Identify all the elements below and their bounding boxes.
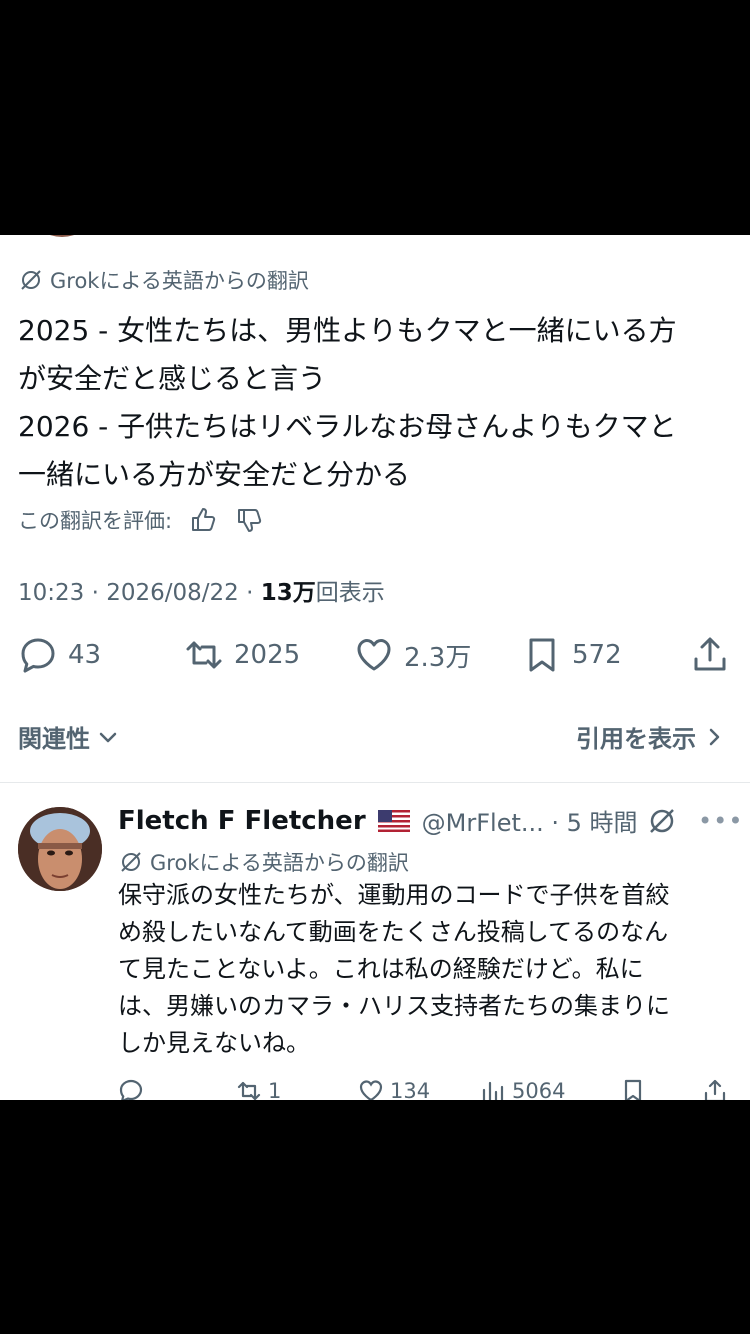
- bookmark-count: 572: [572, 640, 622, 670]
- tweet-line: が安全だと感じると言う: [18, 362, 327, 395]
- thumbs-down-icon[interactable]: [234, 505, 264, 535]
- reply-text: 保守派の女性たちが、運動用のコードで子供を首絞 め殺したいなんて動画をたくさん投…: [118, 877, 728, 1062]
- reply-translation-label: Grokによる英語からの翻訳: [118, 847, 409, 877]
- views-label: 回表示: [315, 580, 385, 606]
- flag-icon: [377, 809, 410, 832]
- avatar[interactable]: [18, 807, 102, 891]
- chevron-right-icon: [709, 728, 720, 745]
- rate-translation: この翻訳を評価:: [18, 505, 264, 535]
- reply-header: Fletch F Fletcher @MrFlet... · 5 時間: [118, 803, 638, 838]
- chevron-down-icon: [99, 732, 117, 742]
- reply-button[interactable]: 43: [18, 635, 101, 675]
- views-count: 13万: [260, 580, 316, 606]
- reply-author-name[interactable]: Fletch F Fletcher: [118, 806, 366, 836]
- reply-like-button[interactable]: 134: [358, 1078, 430, 1100]
- repost-button[interactable]: 2025: [184, 635, 300, 675]
- repost-count: 2025: [234, 640, 301, 670]
- thumbs-up-icon[interactable]: [188, 505, 218, 535]
- reply-count: 43: [68, 640, 102, 670]
- reply-repost-count: 1: [268, 1079, 282, 1100]
- bookmark-icon: [624, 1079, 642, 1100]
- view-quotes-link[interactable]: 引用を表示: [576, 719, 726, 754]
- repost-icon: [237, 1081, 261, 1100]
- tweet-detail: Grokによる英語からの翻訳 2025 - 女性たちは、男性よりもクマと一緒にい…: [0, 235, 750, 1100]
- repost-icon: [186, 641, 222, 669]
- share-icon: [694, 637, 726, 671]
- sort-relevance-button[interactable]: 関連性: [18, 719, 120, 754]
- tweet-line: 一緒にいる方が安全だと分かる: [18, 458, 411, 491]
- like-icon: [357, 639, 391, 671]
- reply-icon: [119, 1079, 143, 1100]
- tweet-line: 2025 - 女性たちは、男性よりもクマと一緒にいる方: [18, 314, 677, 347]
- reply-views-button[interactable]: 5064: [480, 1078, 565, 1100]
- translation-label: Grokによる英語からの翻訳: [18, 265, 309, 295]
- divider: [0, 782, 750, 783]
- timestamp: 10:23 · 2026/08/22 ·: [18, 580, 261, 606]
- reply-icon: [21, 638, 55, 673]
- reply-line: 保守派の女性たちが、運動用のコードで子供を首絞: [118, 881, 670, 909]
- views-icon: [482, 1081, 504, 1100]
- reply-line: め殺したいなんて動画をたくさん投稿してるのなん: [118, 918, 669, 946]
- top-letterbox: [0, 0, 750, 235]
- tweet-meta: 10:23 · 2026/08/22 · 13万回表示: [18, 573, 385, 607]
- reply-line: て見たことないよ。これは私の経験だけど。私に: [118, 955, 644, 983]
- tweet-actions: 43 2025 2.3万 572: [18, 635, 730, 679]
- reply-line: しか見えないね。: [118, 1029, 310, 1057]
- quotes-label: 引用を表示: [576, 725, 696, 753]
- reply-views-count: 5064: [512, 1079, 566, 1100]
- share-icon: [704, 1079, 726, 1100]
- sort-label: 関連性: [18, 725, 90, 753]
- reply-handle: @MrFlet... · 5 時間: [421, 809, 638, 837]
- reply-line: は、男嫌いのカマラ・ハリス支持者たちの集まりに: [118, 992, 670, 1020]
- reply-share-button[interactable]: [702, 1078, 734, 1100]
- reply-repost-button[interactable]: 1: [236, 1078, 281, 1100]
- avatar-image: [18, 807, 102, 891]
- rate-label: この翻訳を評価:: [18, 509, 173, 533]
- bottom-letterbox: [0, 1100, 750, 1334]
- reply-bookmark-button[interactable]: [620, 1078, 652, 1100]
- reply-like-count: 134: [390, 1079, 431, 1100]
- like-button[interactable]: 2.3万: [354, 635, 471, 675]
- tweet-text: 2025 - 女性たちは、男性よりもクマと一緒にいる方 が安全だと感じると言う …: [18, 307, 733, 499]
- grok-icon: [121, 852, 141, 872]
- reply-reply-button[interactable]: [118, 1078, 150, 1100]
- like-icon: [359, 1080, 383, 1100]
- more-icon[interactable]: •••: [698, 807, 743, 835]
- bookmark-button[interactable]: 572: [522, 635, 622, 675]
- reply-actions: 1 134 5064: [118, 1078, 730, 1100]
- grok-icon[interactable]: [646, 805, 678, 837]
- grok-icon: [21, 270, 41, 290]
- bookmark-icon: [529, 638, 555, 672]
- tweet-line: 2026 - 子供たちはリベラルなお母さんよりもクマと: [18, 410, 677, 443]
- share-button[interactable]: [690, 635, 740, 675]
- previous-avatar: [34, 235, 90, 237]
- like-count: 2.3万: [404, 642, 472, 673]
